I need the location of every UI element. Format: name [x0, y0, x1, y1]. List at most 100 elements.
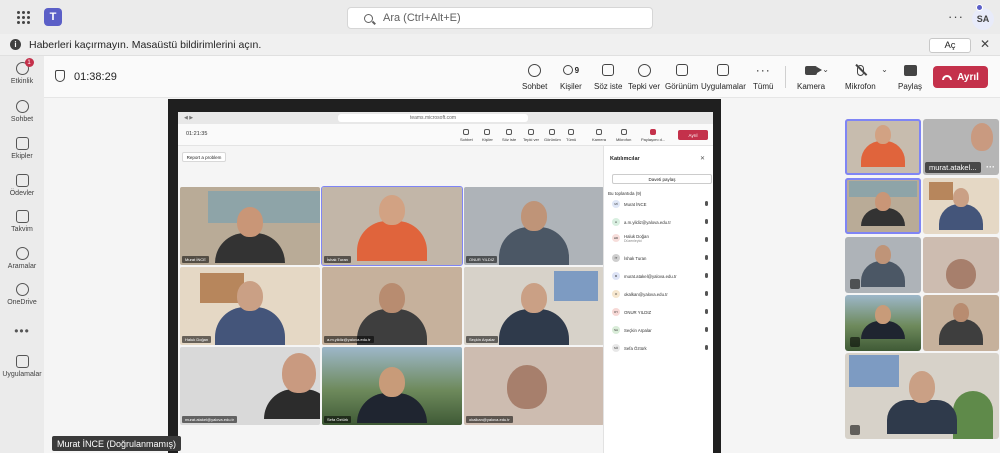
search-input[interactable]: Ara (Ctrl+Alt+E) [347, 7, 653, 29]
mic-icon [705, 219, 708, 224]
shared-leave-button: Ayrıl [678, 130, 708, 140]
panel-title: Katılımcılar [610, 156, 640, 162]
shared-tb-item: Söz iste [502, 129, 516, 142]
phone-icon [15, 247, 29, 260]
more-apps-icon[interactable]: ••• [0, 324, 44, 338]
video-tile[interactable]: murat.atakel... ··· [923, 119, 999, 175]
camera-button[interactable]: ⌄ Kamera [797, 62, 829, 91]
video-tile[interactable] [923, 178, 999, 234]
react-button[interactable]: Tepki ver [628, 62, 660, 91]
participant-row: İT İshak Turan [612, 252, 712, 264]
shared-tb-item: Mikrofon [616, 129, 631, 142]
participant-row: Ookalkan@yalova.edu.tr [612, 288, 712, 300]
presence-icon [976, 4, 983, 11]
participant-label: murat.atakel... [925, 162, 981, 173]
shared-content: ◀ ▶ teams.microsoft.com 01:21:35 Sohbet … [178, 112, 713, 453]
mic-icon [705, 273, 708, 278]
search-icon [364, 13, 373, 23]
rail-item-chat[interactable]: Sohbet [0, 100, 44, 123]
chat-icon [15, 100, 29, 113]
bell-icon: 1 [15, 58, 34, 75]
video-tile[interactable] [923, 295, 999, 351]
camera-icon [805, 65, 822, 75]
teams-logo-icon: T [44, 8, 62, 26]
participant-row: Aa.m.yildiz@yalova.edu.tr [612, 216, 712, 228]
meeting-timer: 01:38:29 [74, 71, 117, 83]
more-button[interactable]: ··· Tümü [753, 62, 773, 91]
more-options-icon[interactable]: ··· [986, 162, 995, 172]
video-tile[interactable] [923, 237, 999, 293]
participant-row: Mmurat.atakel@yalova.edu.tr [612, 270, 712, 282]
video-tile[interactable] [845, 353, 999, 439]
rail-item-calendar[interactable]: Takvim [0, 210, 44, 233]
self-view-label: Murat İNCE (Doğrulanmamış) [52, 436, 182, 451]
search-placeholder: Ara (Ctrl+Alt+E) [383, 12, 461, 24]
plant [953, 391, 993, 439]
rail-item-calls[interactable]: Aramalar [0, 247, 44, 270]
notification-message: Haberleri kaçırmayın. Masaüstü bildiriml… [29, 38, 262, 51]
participant-row: Mİ Murat İNCE [612, 198, 712, 210]
add-apps-icon [15, 355, 29, 368]
rail-item-onedrive[interactable]: OneDrive [0, 283, 44, 306]
raise-hand-button[interactable]: Söz iste [594, 62, 622, 91]
in-meeting-section: Bu toplantıda (9) [608, 191, 642, 196]
view-button[interactable]: Görünüm [665, 62, 698, 91]
mic-muted-icon [850, 425, 860, 435]
cloud-icon [15, 283, 29, 296]
more-options-icon[interactable]: ··· [948, 9, 964, 24]
shared-toolbar: 01:21:35 Sohbet Kişiler Söz iste Tepki v… [178, 124, 713, 146]
mic-icon [705, 291, 708, 296]
shared-tb-item: Tümü [566, 129, 576, 142]
rail-item-apps[interactable]: Uygulamalar [0, 355, 44, 378]
chat-button[interactable]: Sohbet [522, 62, 547, 91]
apps-button[interactable]: Uygulamalar [701, 62, 746, 91]
shared-browser-chrome: ◀ ▶ teams.microsoft.com [178, 112, 713, 124]
people-icon [562, 65, 573, 75]
leave-button[interactable]: Ayrıl [933, 66, 988, 88]
rail-item-activity[interactable]: 1 Etkinlik [0, 58, 44, 85]
avatar[interactable]: SA [972, 4, 994, 30]
shared-tb-item: Paylaşımı d... [641, 129, 665, 142]
hand-icon [602, 64, 615, 76]
enable-notifications-button[interactable]: Aç [929, 38, 971, 53]
shared-tb-item: Kamera [592, 129, 606, 142]
chevron-down-icon[interactable]: ⌄ [822, 65, 829, 74]
participants-panel: Katılımcılar ✕ Daveti paylaş Bu toplantı… [603, 146, 713, 453]
shared-video-tile: Seçkin Arpalar [464, 267, 604, 345]
video-tile[interactable] [845, 178, 921, 234]
chevron-down-icon[interactable]: ⌄ [881, 65, 888, 74]
add-icon [717, 64, 730, 76]
more-icon: ··· [755, 63, 771, 77]
video-tile[interactable] [845, 295, 921, 351]
shared-video-tile: ONUR YILDIZ [464, 187, 604, 265]
teams-icon [15, 137, 29, 150]
assignments-icon [15, 174, 29, 187]
info-icon: i [10, 39, 21, 50]
participant-row: OY ONUR YILDIZ [612, 306, 712, 318]
people-button[interactable]: 9 Kişiler [560, 62, 582, 91]
shared-video-tile: murat.atakel@yalova.edu.tr [180, 347, 320, 425]
microphone-button[interactable]: ⌄ Mikrofon [845, 62, 888, 91]
calendar-icon [15, 210, 29, 223]
participant-count: 9 [574, 65, 580, 75]
participant-row: SA Seçkin Arpalar [612, 324, 712, 336]
app-launcher-icon[interactable] [10, 4, 36, 30]
report-problem-button: Report a problem [182, 152, 226, 162]
shared-tb-item: Görünüm [544, 129, 561, 142]
mic-icon [705, 309, 708, 314]
share-button[interactable]: Paylaş [898, 62, 922, 91]
shared-screen: ◀ ▶ teams.microsoft.com 01:21:35 Sohbet … [168, 99, 721, 453]
meeting-toolbar: 01:38:29 Sohbet 9 Kişiler Söz iste Tepki… [44, 56, 1000, 98]
shared-video-tile: Haluk Doğan [180, 267, 320, 345]
video-tile[interactable] [845, 237, 921, 293]
rail-item-teams[interactable]: Ekipler [0, 137, 44, 160]
rail-item-assignments[interactable]: Ödevler [0, 174, 44, 197]
close-icon: ✕ [699, 156, 705, 162]
shield-icon [55, 70, 65, 82]
video-tile[interactable] [845, 119, 921, 175]
app-rail: 1 Etkinlik Sohbet Ekipler Ödevler Takvim… [0, 56, 44, 453]
shared-tb-item: Kişiler [482, 129, 493, 142]
close-icon[interactable]: ✕ [980, 37, 990, 51]
shared-url: teams.microsoft.com [338, 114, 528, 122]
emoji-icon [637, 63, 651, 77]
